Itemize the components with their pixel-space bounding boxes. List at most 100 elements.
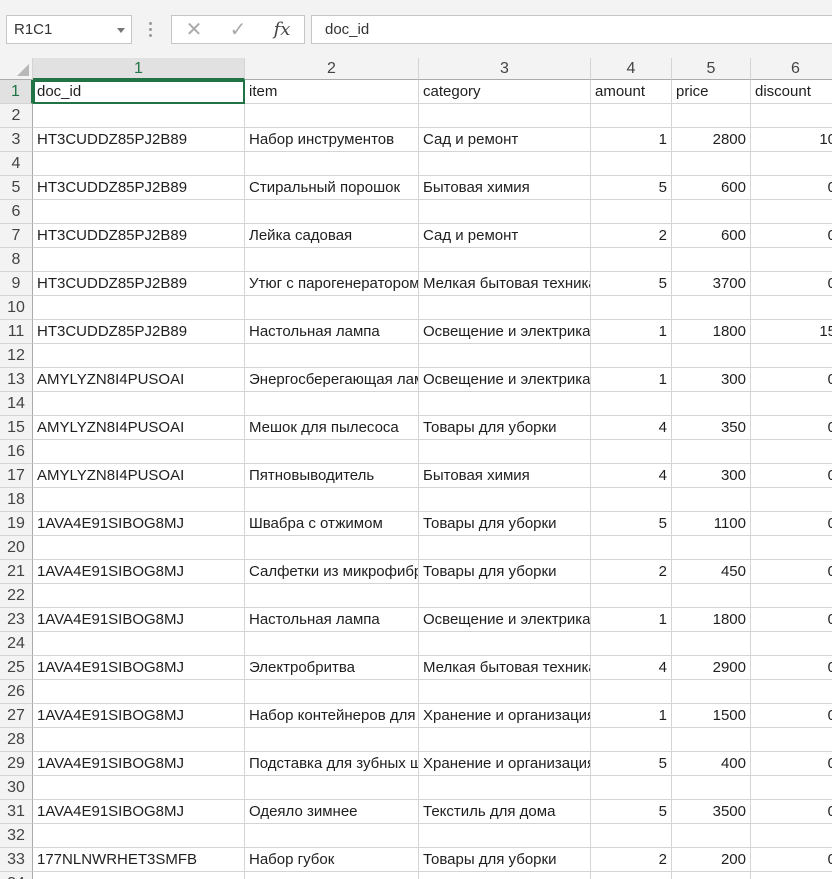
cell[interactable]: 1AVA4E91SIBOG8MJ <box>33 752 245 776</box>
cell[interactable] <box>245 632 419 656</box>
cell[interactable]: 0 <box>751 272 832 296</box>
row-header[interactable]: 14 <box>0 392 33 416</box>
cell[interactable]: Мелкая бытовая техника <box>419 656 591 680</box>
cell[interactable] <box>672 488 751 512</box>
cell[interactable]: HT3CUDDZ85PJ2B89 <box>33 128 245 152</box>
select-all-button[interactable] <box>0 58 33 80</box>
cell[interactable] <box>245 488 419 512</box>
cell[interactable] <box>33 296 245 320</box>
cell[interactable]: 400 <box>672 752 751 776</box>
cell[interactable] <box>751 488 832 512</box>
cell[interactable]: 4 <box>591 656 672 680</box>
cell[interactable]: 4 <box>591 416 672 440</box>
cell[interactable] <box>751 152 832 176</box>
cell[interactable] <box>245 872 419 879</box>
row-header[interactable]: 32 <box>0 824 33 848</box>
row-header[interactable]: 12 <box>0 344 33 368</box>
cell[interactable] <box>672 344 751 368</box>
cell[interactable] <box>751 440 832 464</box>
cell[interactable] <box>245 824 419 848</box>
cell[interactable] <box>672 584 751 608</box>
cell[interactable] <box>591 728 672 752</box>
cell[interactable] <box>591 152 672 176</box>
cell[interactable]: 1 <box>591 368 672 392</box>
row-header[interactable]: 19 <box>0 512 33 536</box>
cell[interactable]: 300 <box>672 368 751 392</box>
cell[interactable] <box>672 632 751 656</box>
cell[interactable]: discount <box>751 80 832 104</box>
cell[interactable]: 1 <box>591 128 672 152</box>
cell[interactable] <box>245 248 419 272</box>
cell[interactable]: 200 <box>672 848 751 872</box>
cell[interactable]: 1AVA4E91SIBOG8MJ <box>33 560 245 584</box>
cell[interactable]: Хранение и организация <box>419 752 591 776</box>
cell[interactable] <box>751 776 832 800</box>
cell[interactable] <box>245 104 419 128</box>
cell[interactable]: item <box>245 80 419 104</box>
cell[interactable] <box>591 872 672 879</box>
row-header[interactable]: 13 <box>0 368 33 392</box>
cell[interactable] <box>751 344 832 368</box>
cell[interactable] <box>591 344 672 368</box>
cell[interactable]: 2900 <box>672 656 751 680</box>
cell[interactable]: Набор контейнеров для хранения <box>245 704 419 728</box>
cell[interactable]: 1 <box>591 320 672 344</box>
cell[interactable]: Хранение и организация <box>419 704 591 728</box>
cell[interactable]: 0 <box>751 224 832 248</box>
cell[interactable]: 1AVA4E91SIBOG8MJ <box>33 656 245 680</box>
column-header[interactable]: 6 <box>751 58 832 80</box>
cell[interactable]: HT3CUDDZ85PJ2B89 <box>33 320 245 344</box>
formula-content[interactable]: doc_id <box>325 21 369 38</box>
cell[interactable] <box>419 296 591 320</box>
cell[interactable]: Утюг с парогенератором <box>245 272 419 296</box>
cell[interactable] <box>591 536 672 560</box>
enter-icon[interactable]: ✓ <box>216 16 260 43</box>
cell[interactable]: AMYLYZN8I4PUSOAI <box>33 368 245 392</box>
cell[interactable] <box>419 728 591 752</box>
name-box[interactable]: R1C1 <box>6 15 132 44</box>
cell[interactable]: 2 <box>591 848 672 872</box>
cell[interactable]: amount <box>591 80 672 104</box>
cell[interactable]: 600 <box>672 224 751 248</box>
cell[interactable] <box>245 200 419 224</box>
cell[interactable]: Настольная лампа <box>245 608 419 632</box>
cell[interactable] <box>33 200 245 224</box>
cell[interactable]: 1AVA4E91SIBOG8MJ <box>33 512 245 536</box>
cell[interactable]: 3700 <box>672 272 751 296</box>
cell[interactable]: 10 <box>751 128 832 152</box>
column-header[interactable]: 3 <box>419 58 591 80</box>
row-header[interactable]: 9 <box>0 272 33 296</box>
row-header[interactable]: 30 <box>0 776 33 800</box>
cell[interactable] <box>33 152 245 176</box>
cell[interactable] <box>245 392 419 416</box>
row-header[interactable]: 25 <box>0 656 33 680</box>
cell[interactable]: 177NLNWRHET3SMFB <box>33 848 245 872</box>
cell[interactable] <box>419 872 591 879</box>
cell[interactable] <box>751 392 832 416</box>
cell[interactable]: Стиральный порошок <box>245 176 419 200</box>
cell[interactable]: Товары для уборки <box>419 848 591 872</box>
column-header[interactable]: 5 <box>672 58 751 80</box>
cell[interactable]: Лейка садовая <box>245 224 419 248</box>
cell[interactable] <box>672 824 751 848</box>
row-header[interactable]: 18 <box>0 488 33 512</box>
row-header[interactable]: 6 <box>0 200 33 224</box>
cell[interactable] <box>245 440 419 464</box>
cell[interactable] <box>33 248 245 272</box>
cell[interactable] <box>591 776 672 800</box>
cell[interactable] <box>672 440 751 464</box>
cell[interactable] <box>672 872 751 879</box>
row-header[interactable]: 5 <box>0 176 33 200</box>
cell[interactable] <box>591 296 672 320</box>
cell[interactable] <box>751 248 832 272</box>
cell[interactable]: AMYLYZN8I4PUSOAI <box>33 416 245 440</box>
cell[interactable]: 5 <box>591 176 672 200</box>
cell[interactable]: Товары для уборки <box>419 416 591 440</box>
row-header[interactable]: 28 <box>0 728 33 752</box>
cell[interactable] <box>591 584 672 608</box>
cell[interactable]: 1AVA4E91SIBOG8MJ <box>33 800 245 824</box>
row-header[interactable]: 7 <box>0 224 33 248</box>
cell[interactable] <box>751 680 832 704</box>
cell[interactable]: 1800 <box>672 608 751 632</box>
cell[interactable]: Товары для уборки <box>419 512 591 536</box>
